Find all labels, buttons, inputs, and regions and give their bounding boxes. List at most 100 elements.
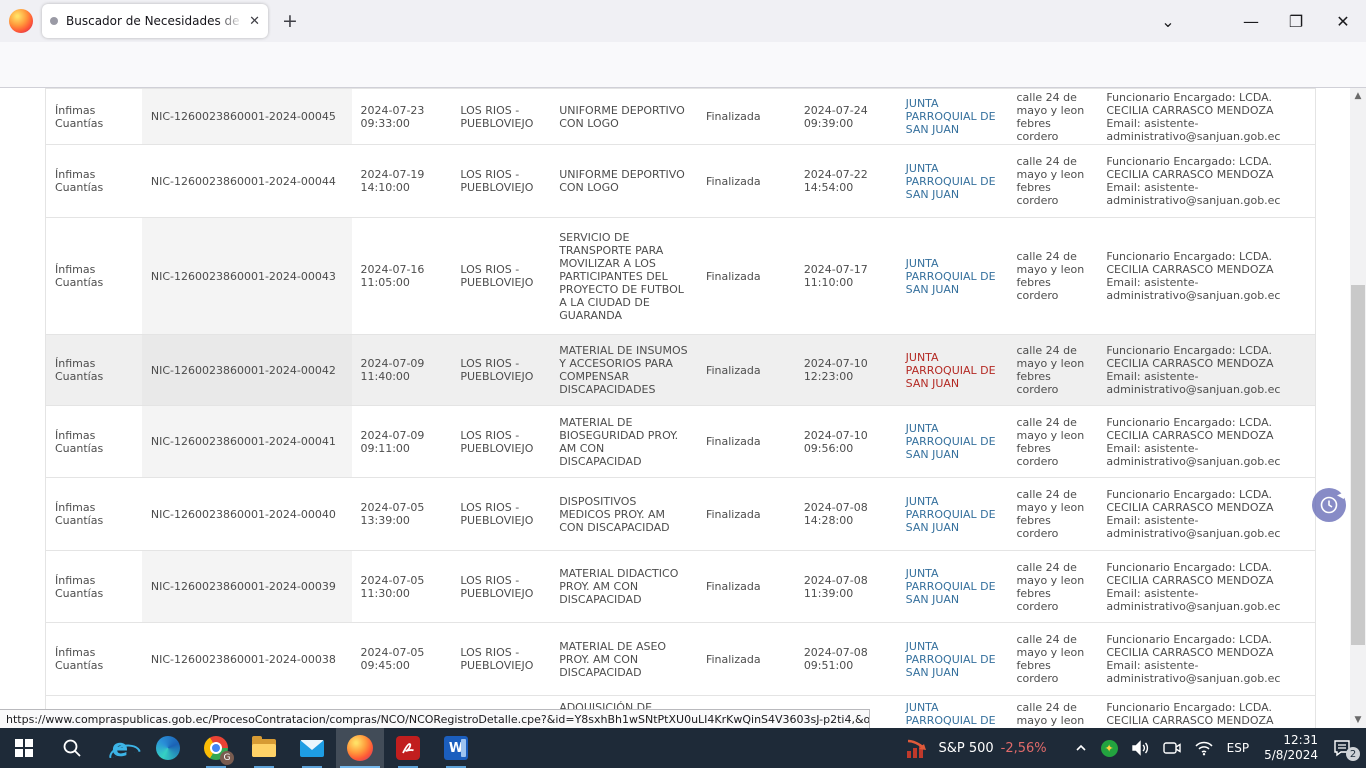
- taskbar-edge-button[interactable]: [144, 728, 192, 768]
- cell-objeto: UNIFORME DEPORTIVO CON LOGO: [550, 145, 697, 217]
- cell-fecha-publicacion: 2024-07-16 11:05:00: [352, 218, 452, 334]
- tab-favicon-icon: [50, 17, 58, 25]
- browser-tab[interactable]: Buscador de Necesidades de Co ✕: [42, 4, 268, 38]
- cell-codigo: NIC-1260023860001-2024-00040: [142, 478, 352, 550]
- tab-title: Buscador de Necesidades de Co: [66, 14, 243, 28]
- window-restore-button[interactable]: ❐: [1278, 0, 1314, 42]
- cell-entidad: JUNTA PARROQUIAL DE SAN JUAN: [897, 145, 1008, 217]
- vertical-scrollbar[interactable]: ▲ ▼: [1350, 88, 1366, 728]
- entidad-link[interactable]: JUNTA PARROQUIAL DE SAN JUAN: [906, 495, 999, 534]
- table-row[interactable]: Ínfimas Cuantías NIC-1260023860001-2024-…: [46, 406, 1315, 478]
- internet-explorer-icon: e: [112, 736, 128, 760]
- cell-fecha-fin: 2024-07-08 11:39:00: [795, 551, 897, 622]
- status-bar-link-preview: https://www.compraspublicas.gob.ec/Proce…: [0, 709, 870, 728]
- cell-tipo-contratacion: Ínfimas Cuantías: [46, 89, 142, 144]
- window-close-button[interactable]: ✕: [1325, 0, 1361, 42]
- table-row[interactable]: Ínfimas Cuantías NIC-1260023860001-2024-…: [46, 551, 1315, 623]
- cell-fecha-publicacion: 2024-07-19 14:10:00: [352, 145, 452, 217]
- antivirus-icon: ✦: [1101, 740, 1118, 757]
- entidad-link[interactable]: JUNTA PARROQUIAL DE SAN JUAN: [906, 97, 999, 136]
- cell-fecha-publicacion: 2024-07-09 09:11:00: [352, 406, 452, 477]
- tray-meet-now-button[interactable]: [1156, 728, 1188, 768]
- necesidades-table: Ínfimas Cuantías NIC-1260023860001-2024-…: [45, 88, 1316, 728]
- taskbar-chrome-button[interactable]: G: [192, 728, 240, 768]
- scroll-down-arrow-icon[interactable]: ▼: [1350, 712, 1366, 728]
- taskbar-file-explorer-button[interactable]: [240, 728, 288, 768]
- tray-clock[interactable]: 12:315/8/2024: [1256, 728, 1326, 768]
- speaker-icon: [1130, 738, 1150, 758]
- page-content: Ínfimas Cuantías NIC-1260023860001-2024-…: [0, 88, 1366, 728]
- tray-language-indicator[interactable]: ESP: [1220, 728, 1256, 768]
- cell-codigo: NIC-1260023860001-2024-00045: [142, 89, 352, 144]
- table-row[interactable]: Ínfimas Cuantías NIC-1260023860001-2024-…: [46, 89, 1315, 145]
- table-row[interactable]: Ínfimas Cuantías NIC-1260023860001-2024-…: [46, 478, 1315, 551]
- table-row[interactable]: Ínfimas Cuantías NIC-1260023860001-2024-…: [46, 623, 1315, 696]
- cell-fecha-fin: 2024-07-10 12:23:00: [795, 335, 897, 405]
- cell-tipo-contratacion: Ínfimas Cuantías: [46, 145, 142, 217]
- entidad-link[interactable]: JUNTA PARROQUIAL DE SAN JUAN: [906, 257, 999, 296]
- cell-codigo: NIC-1260023860001-2024-00043: [142, 218, 352, 334]
- scrollbar-thumb[interactable]: [1351, 285, 1365, 645]
- cell-estado: Finalizada: [697, 145, 795, 217]
- cell-estado: Finalizada: [697, 478, 795, 550]
- tray-show-hidden-icons-chevron[interactable]: [1067, 728, 1095, 768]
- stock-index-label: S&P 500: [938, 741, 993, 756]
- start-button[interactable]: [0, 728, 48, 768]
- cell-fecha-fin: 2024-07-24 09:39:00: [795, 89, 897, 144]
- cell-entidad: JUNTA PARROQUIAL DE SAN JUAN: [897, 218, 1008, 334]
- new-tab-button[interactable]: +: [279, 10, 301, 32]
- wifi-icon: [1194, 739, 1214, 757]
- acrobat-icon: [396, 736, 420, 760]
- cell-objeto: SERVICIO DE TRANSPORTE PARA MOVILIZAR A …: [550, 218, 697, 334]
- table-row[interactable]: Ínfimas Cuantías NIC-1260023860001-2024-…: [46, 218, 1315, 335]
- cell-contacto: Funcionario Encargado: LCDA. CECILIA CAR…: [1097, 145, 1315, 217]
- cell-direccion: calle 24 de mayo y leon febres cordero: [1007, 551, 1097, 622]
- cell-fecha-publicacion: 2024-07-09 11:40:00: [352, 335, 452, 405]
- cell-lugar: LOS RIOS - PUEBLOVIEJO: [451, 218, 550, 334]
- cell-objeto: MATERIAL DIDACTICO PROY. AM CON DISCAPAC…: [550, 551, 697, 622]
- floating-clock-extension-button[interactable]: [1312, 488, 1346, 522]
- cell-entidad: JUNTA PARROQUIAL DE SAN JUAN: [897, 551, 1008, 622]
- tray-antivirus-button[interactable]: ✦: [1095, 728, 1124, 768]
- stock-ticker-widget[interactable]: S&P 500 -2,56%: [895, 728, 1056, 768]
- system-tray: S&P 500 -2,56% ✦ ESP 12:315/8/2024 2: [895, 728, 1366, 768]
- cell-tipo-contratacion: Ínfimas Cuantías: [46, 551, 142, 622]
- tray-network-button[interactable]: [1188, 728, 1220, 768]
- cell-lugar: LOS RIOS - PUEBLOVIEJO: [451, 335, 550, 405]
- chevron-up-icon: [1074, 741, 1088, 755]
- entidad-link[interactable]: JUNTA PARROQUIAL DE SAN JUAN: [906, 567, 999, 606]
- file-explorer-icon: [252, 739, 276, 757]
- entidad-link[interactable]: JUNTA PARROQUIAL DE SAN JUAN: [906, 701, 999, 728]
- cell-codigo: NIC-1260023860001-2024-00041: [142, 406, 352, 477]
- cell-estado: Finalizada: [697, 406, 795, 477]
- firefox-logo-icon: [9, 9, 33, 33]
- cell-codigo: NIC-1260023860001-2024-00039: [142, 551, 352, 622]
- cell-entidad: JUNTA PARROQUIAL DE SAN JUAN: [897, 89, 1008, 144]
- cell-direccion: calle 24 de mayo y leon febres cordero: [1007, 623, 1097, 695]
- action-center-button[interactable]: 2: [1326, 728, 1366, 768]
- taskbar-mail-button[interactable]: [288, 728, 336, 768]
- window-minimize-button[interactable]: —: [1233, 0, 1269, 42]
- tray-volume-button[interactable]: [1124, 728, 1156, 768]
- taskbar-word-button[interactable]: W: [432, 728, 480, 768]
- scroll-up-arrow-icon[interactable]: ▲: [1350, 88, 1366, 104]
- table-row[interactable]: Ínfimas Cuantías NIC-1260023860001-2024-…: [46, 145, 1315, 218]
- tab-close-icon[interactable]: ✕: [249, 14, 260, 29]
- entidad-link[interactable]: JUNTA PARROQUIAL DE SAN JUAN: [906, 640, 999, 679]
- taskbar-firefox-button[interactable]: [336, 728, 384, 768]
- list-all-tabs-icon[interactable]: ⌄: [1150, 0, 1186, 42]
- edge-icon: [156, 736, 180, 760]
- entidad-link[interactable]: JUNTA PARROQUIAL DE SAN JUAN: [906, 162, 999, 201]
- taskbar-search-button[interactable]: [48, 728, 96, 768]
- cell-objeto: MATERIAL DE INSUMOS Y ACCESORIOS PARA CO…: [550, 335, 697, 405]
- entidad-link[interactable]: JUNTA PARROQUIAL DE SAN JUAN: [906, 422, 999, 461]
- cell-tipo-contratacion: Ínfimas Cuantías: [46, 478, 142, 550]
- cell-contacto: Funcionario Encargado: LCDA. CECILIA CAR…: [1097, 89, 1315, 144]
- cell-lugar: LOS RIOS - PUEBLOVIEJO: [451, 478, 550, 550]
- entidad-link[interactable]: JUNTA PARROQUIAL DE SAN JUAN: [906, 351, 999, 390]
- table-row[interactable]: Ínfimas Cuantías NIC-1260023860001-2024-…: [46, 335, 1315, 406]
- tray-time: 12:31: [1264, 733, 1318, 748]
- cell-direccion: calle 24 de mayo y leon febres cordero: [1007, 406, 1097, 477]
- taskbar-acrobat-button[interactable]: [384, 728, 432, 768]
- taskbar-internet-explorer-button[interactable]: e: [96, 728, 144, 768]
